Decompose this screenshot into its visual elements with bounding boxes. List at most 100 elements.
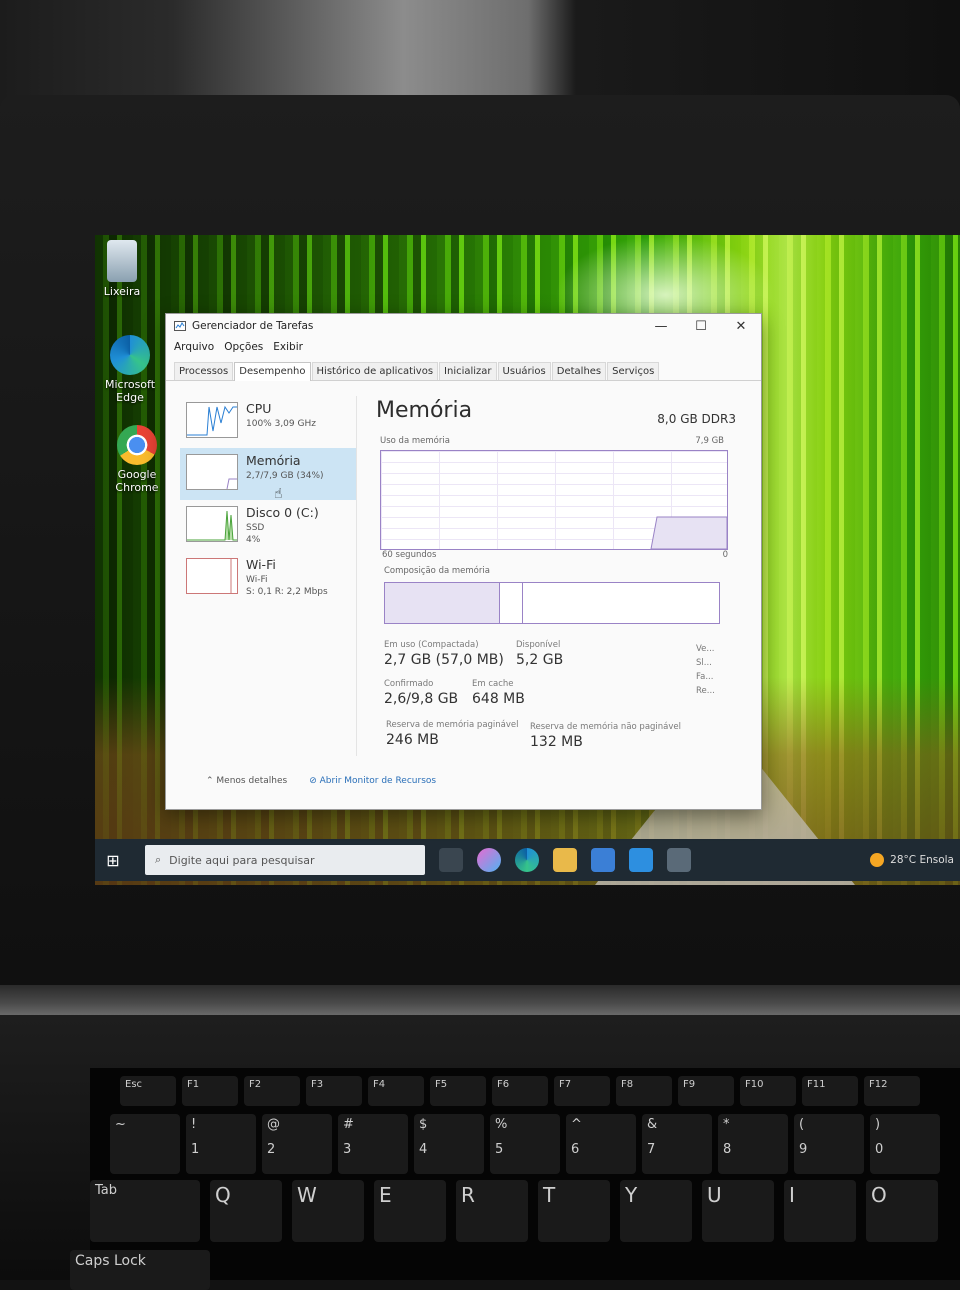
tab-bar: Processos Desempenho Histórico de aplica… bbox=[166, 360, 761, 381]
weather-widget[interactable]: 28°C Ensola bbox=[870, 853, 960, 867]
stat-paged-pool: Reserva de memória paginável 246 MB bbox=[386, 720, 519, 748]
stat-nonpaged-pool: Reserva de memória não paginável 132 MB bbox=[530, 722, 681, 750]
task-view-icon[interactable] bbox=[439, 848, 463, 872]
key-caps-lock[interactable]: Caps Lock bbox=[70, 1250, 210, 1290]
maximize-button[interactable]: ☐ bbox=[681, 319, 721, 334]
mail-icon[interactable] bbox=[629, 848, 653, 872]
key-shift-glyph: $ bbox=[419, 1117, 428, 1132]
stat-label: Disponível bbox=[516, 640, 561, 650]
key-7[interactable]: & 7 bbox=[642, 1114, 712, 1174]
sun-icon bbox=[870, 853, 885, 867]
resource-detail: SSD 4% bbox=[246, 522, 264, 546]
key-f8[interactable]: F8 bbox=[616, 1076, 672, 1106]
resource-item-wifi[interactable]: Wi-Fi Wi-Fi S: 0,1 R: 2,2 Mbps bbox=[180, 552, 356, 604]
key-6[interactable]: ^ 6 bbox=[566, 1114, 636, 1174]
memory-composition-bar bbox=[384, 582, 720, 624]
key-q[interactable]: Q bbox=[210, 1180, 282, 1242]
copilot-icon[interactable] bbox=[477, 848, 501, 872]
resource-item-cpu[interactable]: CPU 100% 3,09 GHz bbox=[180, 396, 356, 448]
stat-value: 132 MB bbox=[530, 734, 583, 750]
tab-usuarios[interactable]: Usuários bbox=[497, 362, 551, 380]
menu-opcoes[interactable]: Opções bbox=[224, 341, 263, 353]
key-main-glyph: 2 bbox=[267, 1142, 276, 1157]
tab-detalhes[interactable]: Detalhes bbox=[551, 362, 607, 380]
right-stat-label: Ve... bbox=[696, 644, 715, 654]
key-w[interactable]: W bbox=[292, 1180, 364, 1242]
key-t[interactable]: T bbox=[538, 1180, 610, 1242]
key-9[interactable]: (9 bbox=[794, 1114, 864, 1174]
key-main-glyph: 7 bbox=[647, 1142, 656, 1157]
chevron-up-icon: ⌃ bbox=[206, 776, 214, 786]
stat-label: Reserva de memória paginável bbox=[386, 720, 519, 730]
key-main-glyph: 8 bbox=[723, 1142, 732, 1157]
recycle-bin-icon bbox=[107, 240, 137, 282]
key-f2[interactable]: F2 bbox=[244, 1076, 300, 1106]
windows-start-icon[interactable]: ⊞ bbox=[95, 851, 131, 870]
key-f12[interactable]: F12 bbox=[864, 1076, 920, 1106]
tab-servicos[interactable]: Serviços bbox=[607, 362, 660, 380]
wifi-thumbnail bbox=[186, 558, 238, 594]
key-5[interactable]: % 5 bbox=[490, 1114, 560, 1174]
key-f3[interactable]: F3 bbox=[306, 1076, 362, 1106]
key-u[interactable]: U bbox=[702, 1180, 774, 1242]
key-f1[interactable]: F1 bbox=[182, 1076, 238, 1106]
menu-arquivo[interactable]: Arquivo bbox=[174, 341, 214, 353]
edge-taskbar-icon[interactable] bbox=[515, 848, 539, 872]
keyboard: Esc F1 F2 F3 F4 F5 F6 F7 F8 F9 F10 F11 F12 ~! 1 @2 #3 $4%… bbox=[70, 1068, 960, 1290]
key-tilde[interactable]: ~ bbox=[110, 1114, 180, 1174]
stat-available: Disponível 5,2 GB bbox=[516, 640, 563, 668]
key-f10[interactable]: F10 bbox=[740, 1076, 796, 1106]
key-r[interactable]: R bbox=[456, 1180, 528, 1242]
key-i[interactable]: I bbox=[784, 1180, 856, 1242]
key-f7[interactable]: F7 bbox=[554, 1076, 610, 1106]
key-e[interactable]: E bbox=[374, 1180, 446, 1242]
close-button[interactable]: ✕ bbox=[721, 319, 761, 334]
tab-historico[interactable]: Histórico de aplicativos bbox=[311, 362, 439, 380]
window-footer: ⌃ Menos detalhes ⊘ Abrir Monitor de Recu… bbox=[206, 776, 436, 786]
tab-desempenho[interactable]: Desempenho bbox=[234, 362, 311, 381]
resource-monitor-link[interactable]: ⊘ Abrir Monitor de Recursos bbox=[309, 776, 436, 786]
key-2[interactable]: @2 bbox=[262, 1114, 332, 1174]
desktop-icon-recycle-bin[interactable]: Lixeira bbox=[95, 240, 157, 298]
menu-exibir[interactable]: Exibir bbox=[273, 341, 303, 353]
key-main-glyph: 4 bbox=[419, 1142, 428, 1157]
composition-in-use bbox=[385, 583, 500, 623]
tab-processos[interactable]: Processos bbox=[174, 362, 234, 380]
resource-item-disk[interactable]: Disco 0 (C:) SSD 4% bbox=[180, 500, 356, 552]
taskbar-search-box[interactable]: ⌕ Digite aqui para pesquisar bbox=[145, 845, 425, 875]
key-f4[interactable]: F4 bbox=[368, 1076, 424, 1106]
task-manager-taskbar-icon[interactable] bbox=[667, 848, 691, 872]
key-f5[interactable]: F5 bbox=[430, 1076, 486, 1106]
tab-inicializar[interactable]: Inicializar bbox=[439, 362, 497, 380]
key-shift-glyph: * bbox=[723, 1117, 730, 1132]
key-y[interactable]: Y bbox=[620, 1180, 692, 1242]
stat-label: Confirmado bbox=[384, 679, 434, 689]
file-explorer-icon[interactable] bbox=[553, 848, 577, 872]
resource-detail: Wi-Fi S: 0,1 R: 2,2 Mbps bbox=[246, 574, 328, 598]
key-f6[interactable]: F6 bbox=[492, 1076, 548, 1106]
wifi-type: Wi-Fi bbox=[246, 575, 268, 585]
key-3[interactable]: #3 bbox=[338, 1114, 408, 1174]
stat-in-use: Em uso (Compactada) 2,7 GB (57,0 MB) bbox=[384, 640, 504, 668]
minimize-button[interactable]: — bbox=[641, 319, 681, 334]
resource-item-memory[interactable]: Memória 2,7/7,9 GB (34%) ☝ bbox=[180, 448, 356, 502]
store-icon[interactable] bbox=[591, 848, 615, 872]
key-o[interactable]: O bbox=[866, 1180, 938, 1242]
desktop-icon-chrome[interactable]: Google Chrome bbox=[102, 425, 172, 494]
desktop-icon-edge[interactable]: Microsoft Edge bbox=[95, 335, 165, 404]
key-4[interactable]: $4 bbox=[414, 1114, 484, 1174]
memory-spec: 8,0 GB DDR3 bbox=[657, 412, 736, 426]
stat-value: 5,2 GB bbox=[516, 652, 564, 668]
resource-monitor-label: Abrir Monitor de Recursos bbox=[319, 776, 437, 786]
key-1[interactable]: ! 1 bbox=[186, 1114, 256, 1174]
less-details-button[interactable]: ⌃ Menos detalhes bbox=[206, 776, 287, 786]
key-0[interactable]: ) 0 bbox=[870, 1114, 940, 1174]
key-esc[interactable]: Esc bbox=[120, 1076, 176, 1106]
key-f9[interactable]: F9 bbox=[678, 1076, 734, 1106]
key-tab[interactable]: Tab bbox=[90, 1180, 200, 1242]
resource-name: Wi-Fi bbox=[246, 557, 276, 572]
key-shift-glyph: ~ bbox=[115, 1117, 126, 1132]
key-shift-glyph: ! bbox=[191, 1117, 197, 1132]
key-8[interactable]: * 8 bbox=[718, 1114, 788, 1174]
key-f11[interactable]: F11 bbox=[802, 1076, 858, 1106]
